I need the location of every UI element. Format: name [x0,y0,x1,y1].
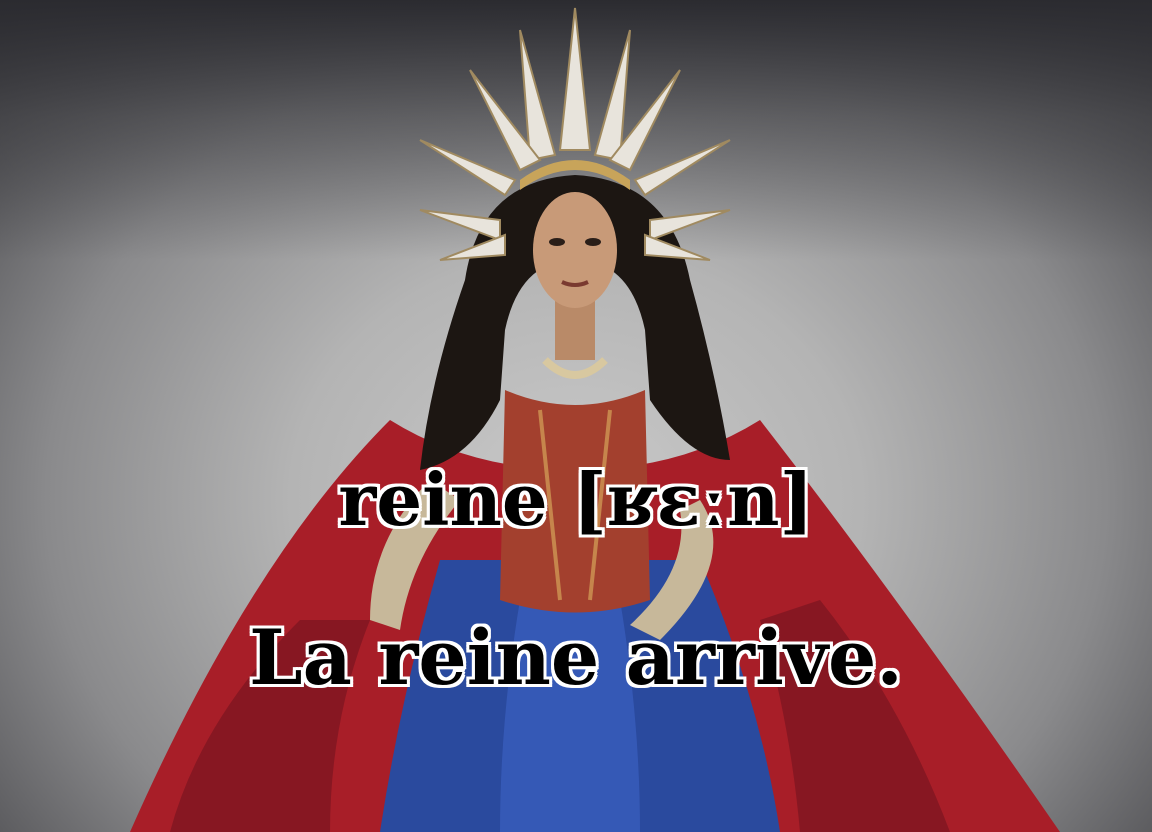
face [533,192,617,308]
photo-scene: reine [ʁɛːn] La reine arrive. [0,0,1152,832]
queen-illustration [130,7,1060,832]
vocabulary-word-caption: reine [ʁɛːn] [338,457,814,542]
example-sentence-caption: La reine arrive. [249,613,903,702]
